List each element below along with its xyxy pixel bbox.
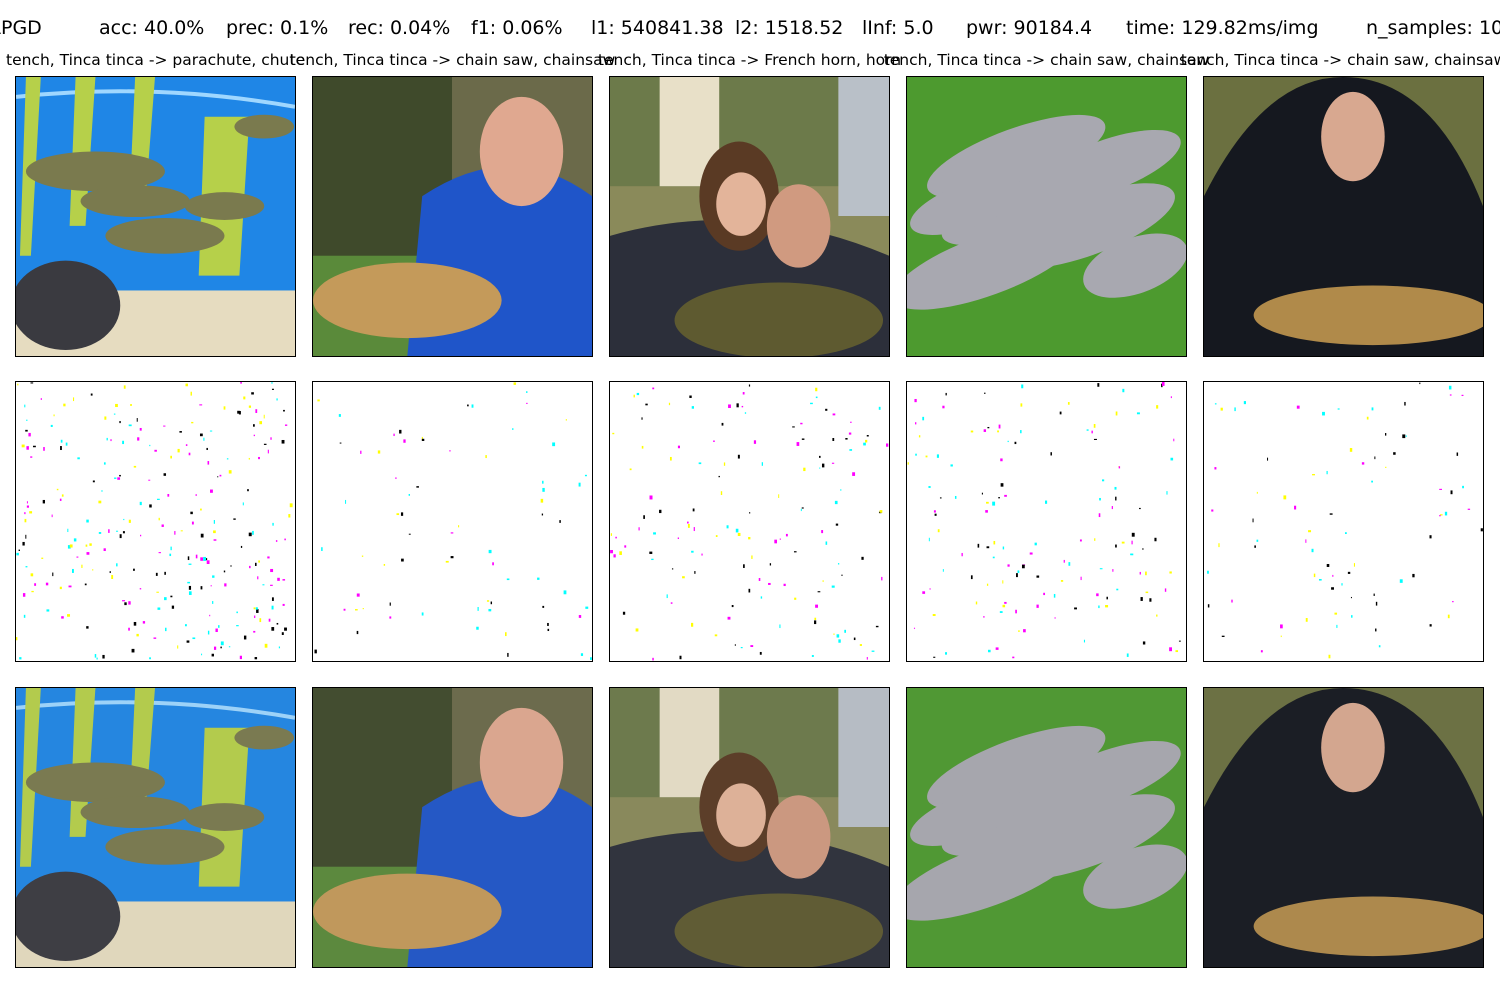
perturbation-map	[610, 382, 889, 661]
perturbation-map	[907, 382, 1186, 661]
column-title: tench, Tinca tinca -> French horn, horn	[597, 51, 902, 69]
column-title: tench, Tinca tinca -> chain saw, chainsa…	[289, 51, 616, 69]
perturbation-image-man-in-blue-jacket-holding-tench	[312, 381, 593, 662]
original-image-man-in-blue-jacket-holding-tench	[312, 76, 593, 357]
perturbation-map	[16, 382, 295, 661]
aquarium-with-tench-image	[16, 77, 295, 356]
boy-in-black-hoodie-holding-tench-image	[1204, 688, 1483, 967]
perturbation-image-pile-of-fish-on-grass	[906, 381, 1187, 662]
perturbation-map	[1204, 382, 1483, 661]
perturbation-image-boy-in-black-hoodie-holding-tench	[1203, 381, 1484, 662]
original-image-girl-and-man-holding-tench	[609, 76, 890, 357]
pile-of-fish-on-grass-image	[907, 77, 1186, 356]
pile-of-fish-on-grass-image	[907, 688, 1186, 967]
man-in-blue-jacket-holding-tench-image	[313, 688, 592, 967]
original-image-boy-in-black-hoodie-holding-tench	[1203, 76, 1484, 357]
adversarial-image-girl-and-man-holding-tench	[609, 687, 890, 968]
girl-and-man-holding-tench-image	[610, 77, 889, 356]
girl-and-man-holding-tench-image	[610, 688, 889, 967]
boy-in-black-hoodie-holding-tench-image	[1204, 77, 1483, 356]
column-title: tench, Tinca tinca -> chain saw, chainsa…	[1180, 51, 1500, 69]
original-image-pile-of-fish-on-grass	[906, 76, 1187, 357]
adversarial-image-aquarium-with-tench	[15, 687, 296, 968]
column-title: tench, Tinca tinca -> parachute, chute	[6, 51, 305, 69]
image-grid: tench, Tinca tinca -> parachute, chute te…	[0, 0, 1500, 1000]
perturbation-map	[313, 382, 592, 661]
adversarial-image-man-in-blue-jacket-holding-tench	[312, 687, 593, 968]
column-title: tench, Tinca tinca -> chain saw, chainsa…	[883, 51, 1210, 69]
perturbation-image-girl-and-man-holding-tench	[609, 381, 890, 662]
man-in-blue-jacket-holding-tench-image	[313, 77, 592, 356]
adversarial-image-boy-in-black-hoodie-holding-tench	[1203, 687, 1484, 968]
original-image-aquarium-with-tench	[15, 76, 296, 357]
perturbation-image-aquarium-with-tench	[15, 381, 296, 662]
aquarium-with-tench-image	[16, 688, 295, 967]
adversarial-image-pile-of-fish-on-grass	[906, 687, 1187, 968]
